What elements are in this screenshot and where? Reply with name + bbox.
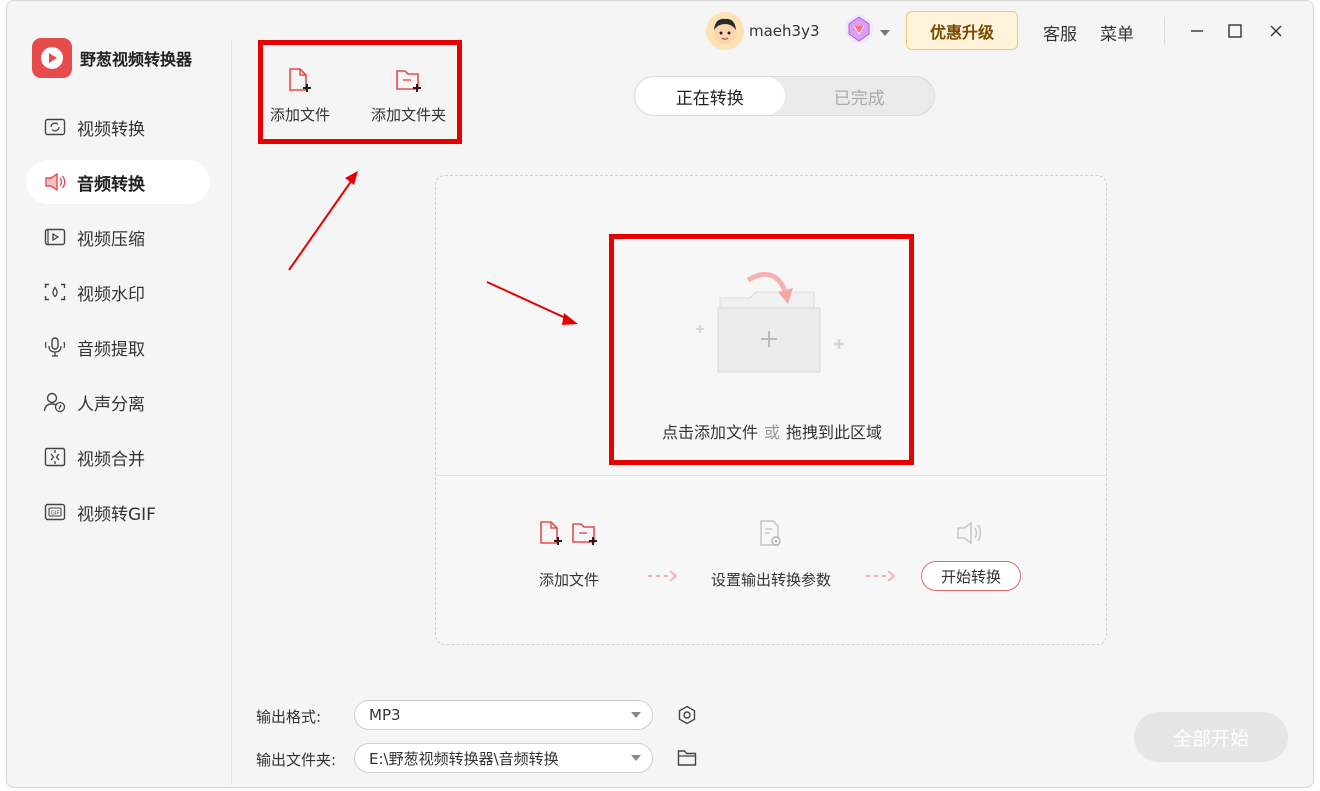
sidebar-item-video-convert[interactable]: 视频转换 xyxy=(26,105,210,149)
drop-hint-drag: 拖拽到此区域 xyxy=(786,423,883,442)
sidebar-item-video-watermark[interactable]: 视频水印 xyxy=(26,270,210,314)
sidebar-item-label: 视频转GIF xyxy=(77,504,156,525)
video-compress-icon xyxy=(43,225,67,249)
app-logo-icon xyxy=(32,38,72,78)
add-folder-button[interactable]: 添加文件夹 xyxy=(371,66,446,125)
output-format-value: MP3 xyxy=(369,706,401,724)
output-folder-select[interactable]: E:\野葱视频转换器\音频转换 xyxy=(354,743,653,773)
sidebar-item-label: 视频压缩 xyxy=(77,229,145,250)
drop-zone[interactable]: 点击添加文件或拖拽到此区域 添加文件 设置输出转换参数 开始转换 xyxy=(435,175,1107,645)
svg-text:GIF: GIF xyxy=(50,511,59,517)
add-file-icon xyxy=(538,519,564,551)
add-file-icon xyxy=(287,66,313,98)
sidebar-item-label: 音频提取 xyxy=(77,339,145,360)
close-icon[interactable] xyxy=(1264,19,1288,43)
sidebar-divider xyxy=(231,40,232,785)
sidebar-item-vocal-separate[interactable]: 人声分离 xyxy=(26,380,210,424)
settings-file-icon xyxy=(757,519,785,553)
step-start: 开始转换 xyxy=(921,519,1021,591)
video-convert-icon xyxy=(43,115,67,139)
output-format-select[interactable]: MP3 xyxy=(354,700,653,730)
diamond-icon xyxy=(842,12,876,50)
sidebar-item-audio-extract[interactable]: 音频提取 xyxy=(26,325,210,369)
video-to-gif-icon: GIF xyxy=(43,500,67,524)
step-arrow-icon xyxy=(646,568,678,588)
add-folder-icon xyxy=(394,66,424,98)
sidebar-item-label: 视频水印 xyxy=(77,284,145,305)
step-arrow-icon xyxy=(864,568,896,588)
status-tabs: 正在转换 已完成 xyxy=(634,76,935,116)
audio-extract-icon xyxy=(43,335,67,359)
maximize-icon[interactable] xyxy=(1223,19,1247,43)
app-name: 野葱视频转换器 xyxy=(80,50,193,69)
start-all-button[interactable]: 全部开始 xyxy=(1134,712,1288,762)
menu-link[interactable]: 菜单 xyxy=(1100,20,1134,45)
start-convert-button[interactable]: 开始转换 xyxy=(921,561,1021,591)
sidebar-item-label: 音频转换 xyxy=(77,174,145,195)
add-folder-label: 添加文件夹 xyxy=(371,106,447,124)
sidebar-item-label: 人声分离 xyxy=(77,394,145,415)
sidebar-item-label: 视频转换 xyxy=(77,119,145,140)
vip-badge[interactable] xyxy=(842,10,890,52)
vocal-separate-icon xyxy=(43,390,67,414)
video-watermark-icon xyxy=(43,280,67,304)
add-folder-icon xyxy=(570,519,600,551)
open-folder-icon[interactable] xyxy=(676,747,698,769)
dropdown-caret-icon xyxy=(631,712,641,718)
drop-hint-click: 点击添加文件 xyxy=(661,423,758,442)
sidebar-item-label: 视频合并 xyxy=(77,449,145,470)
upgrade-button[interactable]: 优惠升级 xyxy=(906,11,1018,50)
dropdown-caret-icon xyxy=(631,755,641,761)
drop-hint: 点击添加文件或拖拽到此区域 xyxy=(436,419,1108,443)
add-file-label: 添加文件 xyxy=(270,106,331,124)
step-add-file: 添加文件 xyxy=(538,519,600,590)
minimize-icon[interactable] xyxy=(1185,19,1209,43)
support-link[interactable]: 客服 xyxy=(1043,20,1077,45)
audio-convert-icon xyxy=(43,170,67,194)
sidebar-item-video-to-gif[interactable]: GIF 视频转GIF xyxy=(26,490,210,534)
user-profile[interactable]: maeh3y3 xyxy=(706,10,820,52)
step-set-params: 设置输出转换参数 xyxy=(711,519,831,590)
sidebar-item-audio-convert[interactable]: 音频转换 xyxy=(26,160,210,204)
output-folder-label: 输出文件夹: xyxy=(256,751,337,769)
chevron-down-icon xyxy=(880,22,890,41)
format-settings-icon[interactable] xyxy=(676,704,698,726)
sidebar-item-video-compress[interactable]: 视频压缩 xyxy=(26,215,210,259)
tab-completed[interactable]: 已完成 xyxy=(785,77,935,115)
step-set-params-label: 设置输出转换参数 xyxy=(711,571,832,589)
output-format-label: 输出格式: xyxy=(256,708,322,726)
add-file-button[interactable]: 添加文件 xyxy=(270,66,330,125)
drop-hint-or: 或 xyxy=(763,423,780,442)
avatar xyxy=(706,12,744,50)
sidebar-nav: 视频转换 音频转换 视频压缩 视频水印 音频提取 人声分离 视频合并 GIF 视… xyxy=(26,105,210,545)
output-folder-value: E:\野葱视频转换器\音频转换 xyxy=(369,749,559,768)
brand: 野葱视频转换器 xyxy=(32,38,192,78)
username: maeh3y3 xyxy=(749,22,820,40)
sidebar-item-video-merge[interactable]: 视频合并 xyxy=(26,435,210,479)
folder-add-illustration-icon xyxy=(692,266,852,390)
video-merge-icon xyxy=(43,445,67,469)
step-add-file-label: 添加文件 xyxy=(538,571,599,589)
drop-zone-divider xyxy=(436,475,1106,476)
audio-convert-icon xyxy=(954,519,988,551)
topbar-divider xyxy=(1164,17,1165,45)
tab-converting[interactable]: 正在转换 xyxy=(635,77,785,115)
